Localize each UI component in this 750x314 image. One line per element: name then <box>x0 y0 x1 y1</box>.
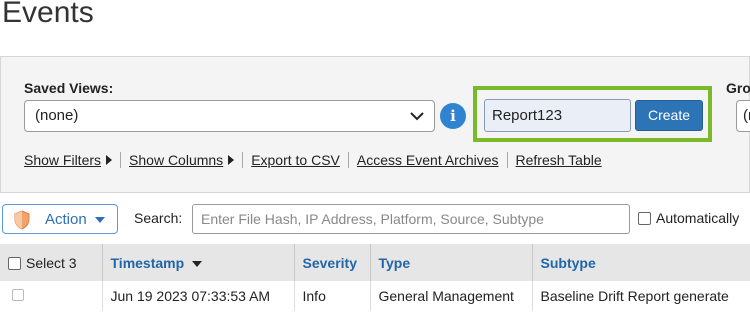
divider <box>506 152 508 168</box>
severity-cell: Info <box>294 281 371 311</box>
saved-views-select[interactable]: (none) <box>24 100 435 132</box>
col-timestamp-label: Timestamp <box>110 254 185 271</box>
create-button[interactable]: Create <box>635 100 703 131</box>
shield-icon <box>14 210 30 230</box>
table-row[interactable]: Jun 19 2023 07:33:53 AM Info General Man… <box>0 281 750 311</box>
col-severity-label: Severity <box>302 254 357 271</box>
chevron-down-icon <box>410 112 424 121</box>
group-select[interactable]: (n <box>736 100 750 132</box>
access-archives-link[interactable]: Access Event Archives <box>357 152 499 168</box>
divider <box>242 152 244 168</box>
export-csv-link[interactable]: Export to CSV <box>251 152 340 168</box>
show-filters-link[interactable]: Show Filters <box>24 152 101 168</box>
caret-down-icon <box>95 217 105 223</box>
refresh-table-link[interactable]: Refresh Table <box>516 152 602 168</box>
auto-refresh-checkbox[interactable] <box>638 211 651 225</box>
auto-refresh-toggle[interactable]: Automatically <box>638 210 739 226</box>
type-cell: General Management <box>370 281 533 311</box>
subtype-cell: Baseline Drift Report generate <box>532 281 750 311</box>
caret-right-icon <box>106 155 113 165</box>
col-type-label: Type <box>378 254 411 271</box>
filter-links: Show Filters Show Columns Export to CSV … <box>24 152 602 168</box>
table-header: Select 3 Timestamp Severity Type Subtype <box>0 244 750 281</box>
show-columns-link[interactable]: Show Columns <box>129 152 223 168</box>
action-button[interactable]: Action <box>2 204 118 234</box>
select-all-checkbox[interactable] <box>8 257 21 271</box>
col-subtype-label: Subtype <box>540 254 596 271</box>
col-subtype[interactable]: Subtype <box>532 244 750 281</box>
select-all-label: Select 3 <box>26 254 77 271</box>
events-table: Select 3 Timestamp Severity Type Subtype… <box>0 244 750 311</box>
col-timestamp[interactable]: Timestamp <box>102 244 295 281</box>
select-all-header[interactable]: Select 3 <box>0 244 103 281</box>
saved-views-label: Saved Views: <box>24 80 114 96</box>
info-icon[interactable]: i <box>440 103 466 129</box>
sort-desc-icon <box>192 260 203 267</box>
divider <box>120 152 122 168</box>
saved-views-value: (none) <box>35 107 79 124</box>
group-value: (n <box>743 107 750 124</box>
divider <box>347 152 349 168</box>
group-label: Gro <box>726 80 750 96</box>
row-select-cell[interactable] <box>0 281 103 311</box>
timestamp-cell: Jun 19 2023 07:33:53 AM <box>102 281 295 311</box>
col-type[interactable]: Type <box>370 244 533 281</box>
report-name-input[interactable] <box>484 99 631 132</box>
row-checkbox[interactable] <box>12 289 24 301</box>
caret-right-icon <box>228 155 235 165</box>
search-label: Search: <box>134 210 183 226</box>
action-label: Action <box>45 211 87 228</box>
search-input[interactable] <box>192 204 630 234</box>
col-severity[interactable]: Severity <box>294 244 371 281</box>
page-title: Events <box>2 0 94 29</box>
auto-refresh-label: Automatically <box>656 210 740 226</box>
